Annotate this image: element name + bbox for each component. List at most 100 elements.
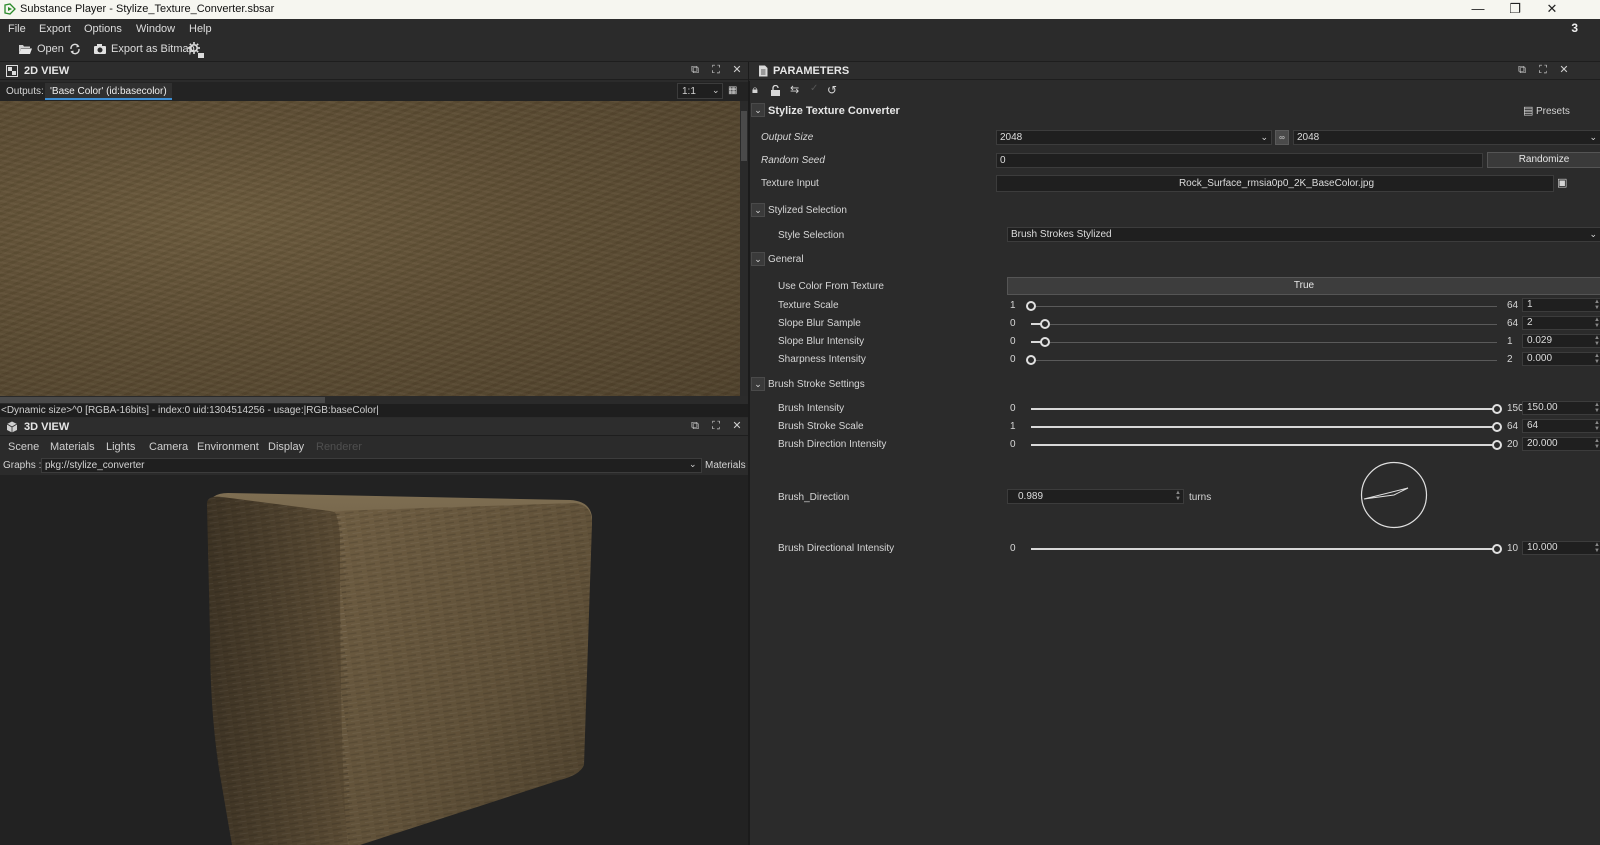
- title-bar: Substance Player - Stylize_Texture_Conve…: [0, 0, 1600, 19]
- slope-blur-intensity-track[interactable]: [1031, 342, 1497, 343]
- sharpness-intensity-track[interactable]: [1031, 360, 1497, 361]
- menu-help[interactable]: Help: [189, 23, 212, 35]
- textured-cube: [206, 493, 592, 845]
- sharpness-intensity-value-input[interactable]: 0.000 ▲ ▼: [1522, 352, 1600, 366]
- tab-renderer[interactable]: Renderer: [316, 441, 362, 453]
- slope-blur-sample-min: 0: [1010, 318, 1016, 329]
- view2d-title: 2D VIEW: [24, 65, 70, 77]
- randomize-button[interactable]: Randomize: [1487, 152, 1600, 168]
- style-selection-dropdown[interactable]: Brush Strokes Stylized ⌄: [1007, 227, 1600, 242]
- tab-materials[interactable]: Materials: [50, 441, 95, 453]
- lock-open-icon[interactable]: [770, 85, 781, 96]
- brush-stroke-scale-knob[interactable]: [1492, 422, 1502, 432]
- brush-stroke-scale-value-input[interactable]: 64 ▲ ▼: [1522, 419, 1600, 433]
- close-window-button[interactable]: ✕: [1534, 0, 1570, 19]
- maximize-icon[interactable]: ⛶: [1536, 64, 1550, 78]
- collapse-general[interactable]: ⌄: [751, 252, 765, 266]
- brush-direction-intensity-value-input[interactable]: 20.000 ▲ ▼: [1522, 437, 1600, 451]
- zoom-select[interactable]: 1:1 ⌄: [677, 83, 723, 99]
- spin-arrows-icon[interactable]: ▲ ▼: [1175, 490, 1181, 502]
- close-icon[interactable]: ✕: [1557, 64, 1571, 78]
- view-options-icon[interactable]: ▦: [728, 85, 737, 96]
- vertical-scrollbar-2d[interactable]: [740, 101, 748, 396]
- angle-dial[interactable]: [1360, 461, 1428, 529]
- view3d-tabs: Scene Materials Lights Camera Environmen…: [0, 437, 748, 456]
- collapse-stylized-selection[interactable]: ⌄: [751, 203, 765, 217]
- refresh-button[interactable]: [69, 43, 81, 55]
- random-seed-input[interactable]: 0: [996, 153, 1483, 168]
- undock-icon[interactable]: ⧉: [688, 420, 702, 434]
- sharpness-intensity-knob[interactable]: [1026, 355, 1036, 365]
- batch-tool-button[interactable]: [187, 41, 205, 59]
- restore-button[interactable]: ❐: [1497, 0, 1533, 19]
- materials-link[interactable]: Materials: [705, 460, 746, 471]
- chevron-down-icon: ⌄: [1260, 132, 1268, 142]
- close-icon[interactable]: ✕: [730, 420, 744, 434]
- texture-preview-2d[interactable]: [0, 101, 740, 396]
- brush-intensity-label: Brush Intensity: [778, 403, 845, 414]
- undock-icon[interactable]: ⧉: [1515, 64, 1529, 78]
- output-height-select[interactable]: 2048 ⌄: [1293, 130, 1600, 145]
- image-browse-icon[interactable]: ▣: [1557, 176, 1567, 189]
- slope-blur-intensity-value-input[interactable]: 0.029 ▲ ▼: [1522, 334, 1600, 348]
- stylized-selection-group: Stylized Selection: [768, 205, 847, 216]
- slope-blur-sample-knob[interactable]: [1040, 319, 1051, 329]
- open-button[interactable]: Open: [18, 43, 64, 55]
- random-icon[interactable]: ⇆: [790, 83, 799, 96]
- graph-select[interactable]: pkg://stylize_converter ⌄: [41, 458, 702, 473]
- texture-scale-knob[interactable]: [1026, 301, 1036, 311]
- spin-arrows-icon[interactable]: ▲ ▼: [1594, 335, 1600, 347]
- output-tab-basecolor[interactable]: 'Base Color' (id:basecolor): [45, 83, 172, 100]
- horizontal-scrollbar-2d[interactable]: [0, 396, 740, 404]
- slope-blur-sample-track[interactable]: [1031, 324, 1497, 325]
- menu-file[interactable]: File: [8, 23, 26, 35]
- check-icon[interactable]: ✓: [810, 83, 818, 94]
- export-bitmap-button[interactable]: Export as Bitmap: [93, 43, 195, 55]
- spin-arrows-icon[interactable]: ▲ ▼: [1594, 438, 1600, 450]
- minimize-button[interactable]: —: [1460, 0, 1496, 19]
- texture-scale-value-input[interactable]: 1 ▲ ▼: [1522, 298, 1600, 312]
- viewport-3d[interactable]: [0, 475, 748, 845]
- collapse-main-group[interactable]: ⌄: [751, 103, 765, 117]
- brush-direction-input[interactable]: 0.989 ▲ ▼: [1007, 489, 1184, 504]
- close-icon[interactable]: ✕: [730, 64, 744, 78]
- presets-button[interactable]: Presets: [1536, 106, 1570, 117]
- brush-intensity-value-input[interactable]: 150.00 ▲ ▼: [1522, 401, 1600, 415]
- spin-arrows-icon[interactable]: ▲ ▼: [1594, 353, 1600, 365]
- slope-blur-sample-value-input[interactable]: 2 ▲ ▼: [1522, 316, 1600, 330]
- menu-window[interactable]: Window: [136, 23, 175, 35]
- spin-arrows-icon[interactable]: ▲ ▼: [1594, 420, 1600, 432]
- collapse-brush-settings[interactable]: ⌄: [751, 377, 765, 391]
- undock-icon[interactable]: ⧉: [688, 64, 702, 78]
- tab-scene[interactable]: Scene: [8, 441, 39, 453]
- brush-direction-intensity-knob[interactable]: [1492, 440, 1502, 450]
- tab-lights[interactable]: Lights: [106, 441, 135, 453]
- zoom-value: 1:1: [682, 86, 696, 97]
- brush-directional-intensity-label: Brush Directional Intensity: [778, 543, 895, 554]
- brush-directional-intensity-knob[interactable]: [1492, 544, 1502, 554]
- menu-options[interactable]: Options: [84, 23, 122, 35]
- tab-environment[interactable]: Environment: [197, 441, 259, 453]
- tab-display[interactable]: Display: [268, 441, 304, 453]
- graphs-bar: Graphs : pkg://stylize_converter ⌄ Mater…: [0, 458, 748, 474]
- tab-camera[interactable]: Camera: [149, 441, 188, 453]
- brush-intensity-knob[interactable]: [1492, 404, 1502, 414]
- menu-export[interactable]: Export: [39, 23, 71, 35]
- texture-scale-track[interactable]: [1031, 306, 1497, 307]
- presets-icon[interactable]: ▤: [1523, 104, 1533, 117]
- use-color-toggle[interactable]: True: [1007, 277, 1600, 295]
- spin-arrows-icon[interactable]: ▲ ▼: [1594, 317, 1600, 329]
- gear-batch-icon: [188, 42, 204, 58]
- reset-icon[interactable]: ↺: [827, 83, 837, 97]
- output-width-select[interactable]: 2048 ⌄: [996, 130, 1272, 145]
- brush-directional-intensity-value-input[interactable]: 10.000 ▲ ▼: [1522, 541, 1600, 555]
- link-icon[interactable]: ∞: [1275, 130, 1289, 145]
- spin-arrows-icon[interactable]: ▲ ▼: [1594, 542, 1600, 554]
- spin-arrows-icon[interactable]: ▲ ▼: [1594, 299, 1600, 311]
- maximize-icon[interactable]: ⛶: [709, 64, 723, 78]
- lock-icon[interactable]: 🔒︎: [752, 84, 758, 97]
- texture-input-file[interactable]: Rock_Surface_rmsia0p0_2K_BaseColor.jpg: [996, 175, 1554, 192]
- slope-blur-intensity-knob[interactable]: [1039, 337, 1050, 347]
- maximize-icon[interactable]: ⛶: [709, 420, 723, 434]
- spin-arrows-icon[interactable]: ▲ ▼: [1594, 402, 1600, 414]
